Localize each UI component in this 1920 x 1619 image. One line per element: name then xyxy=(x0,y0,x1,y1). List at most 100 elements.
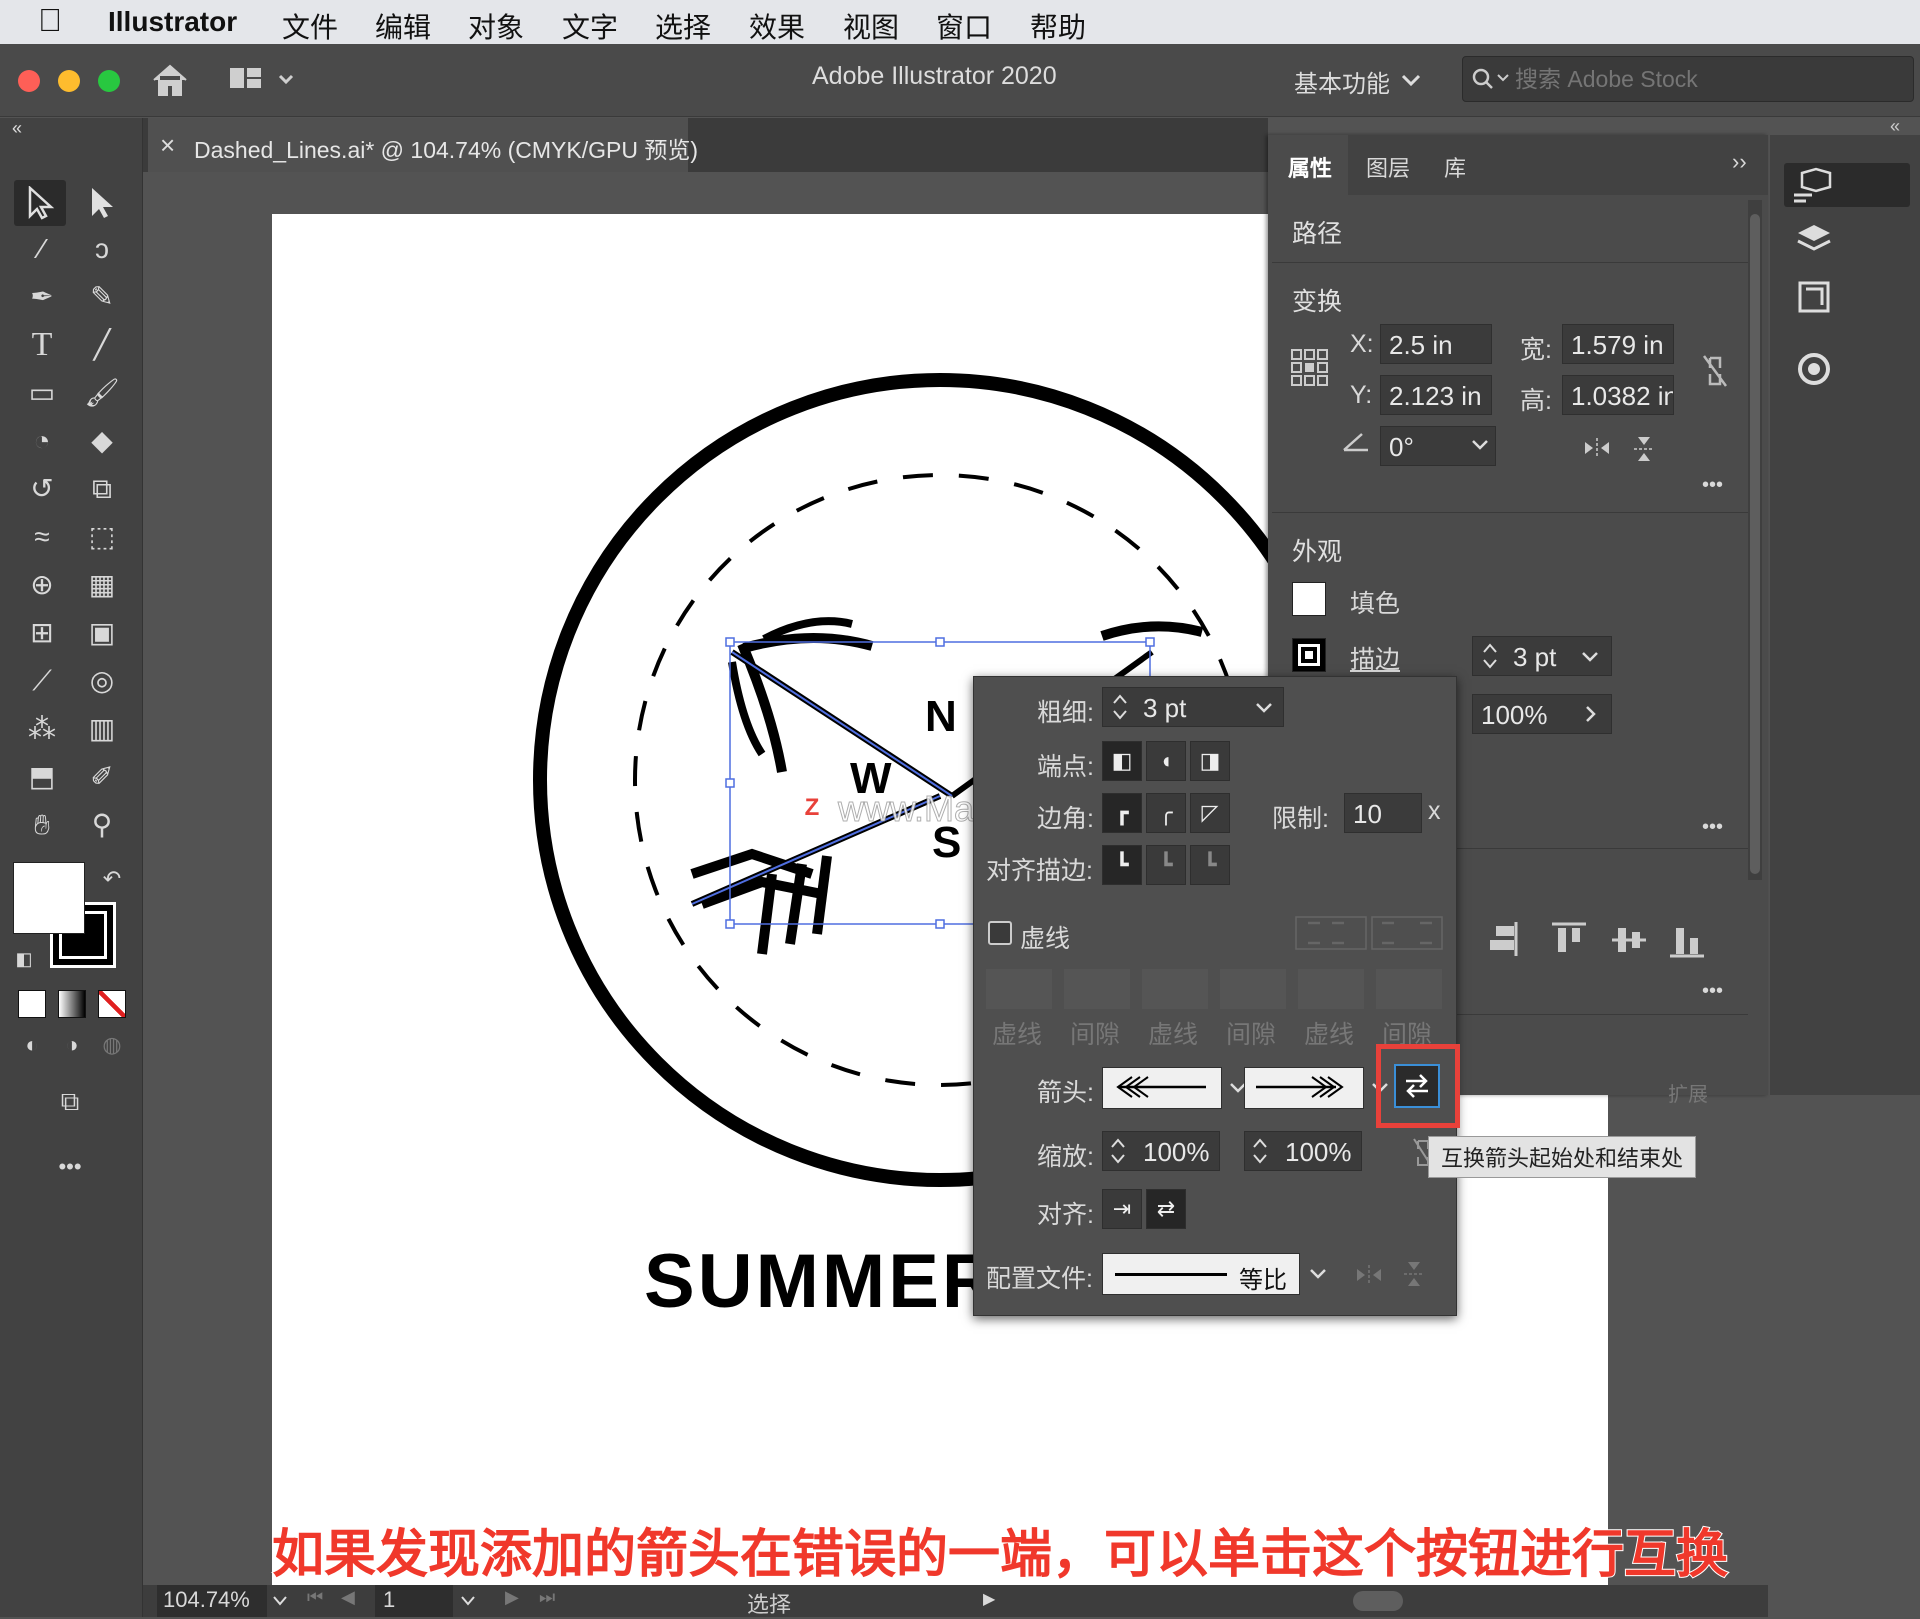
chevron-down-icon[interactable] xyxy=(459,1595,477,1607)
stepper-icon[interactable] xyxy=(1108,1135,1128,1167)
panel-dock-collapse[interactable]: « xyxy=(1890,116,1900,137)
edit-toolbar-icon[interactable]: ••• xyxy=(48,1146,92,1188)
dash-field-1[interactable] xyxy=(986,969,1052,1009)
artboard-tool-icon[interactable]: ⬒ xyxy=(20,756,64,798)
fill-label[interactable]: 填色 xyxy=(1350,584,1400,620)
reference-point-icon[interactable] xyxy=(1290,348,1330,388)
screen-mode-icon[interactable]: ⧉ xyxy=(48,1080,92,1122)
arrange-documents-icon[interactable] xyxy=(228,64,298,94)
swap-fill-stroke-icon[interactable]: ↶ xyxy=(90,858,134,900)
zoom-window-button[interactable] xyxy=(98,70,120,92)
curvature-tool-icon[interactable]: ✎ xyxy=(80,276,124,318)
menu-window[interactable]: 窗口 xyxy=(936,6,992,46)
limit-field[interactable]: 10 xyxy=(1344,793,1422,833)
first-artboard-icon[interactable]: ⏮ xyxy=(307,1587,323,1608)
width-field[interactable]: 1.579 in xyxy=(1562,324,1674,364)
minimize-window-button[interactable] xyxy=(58,70,80,92)
collapse-toolbar-icon[interactable]: « xyxy=(12,118,22,139)
fill-swatch[interactable] xyxy=(1292,582,1326,616)
stock-search-input[interactable] xyxy=(1513,61,1897,97)
panel-menu-icon[interactable]: ›› xyxy=(1732,149,1747,175)
projecting-cap-button[interactable]: ◨ xyxy=(1190,741,1230,781)
horizontal-scroll-thumb[interactable] xyxy=(1353,1591,1403,1611)
stock-search-box[interactable] xyxy=(1462,56,1914,102)
arrow-extend-beyond-button[interactable]: ⇥ xyxy=(1102,1189,1142,1229)
transform-more-options[interactable]: ••• xyxy=(1702,474,1723,497)
free-transform-tool-icon[interactable]: ⬚ xyxy=(80,516,124,558)
arrow-inside-path-button[interactable]: ⇄ xyxy=(1146,1189,1186,1229)
gap-field-1[interactable] xyxy=(1064,969,1130,1009)
chevron-right-icon[interactable] xyxy=(1584,704,1598,724)
type-tool-icon[interactable]: T xyxy=(20,324,64,366)
menu-file[interactable]: 文件 xyxy=(282,6,338,46)
paintbrush-tool-icon[interactable]: 🖌︎ xyxy=(80,372,124,414)
menu-view[interactable]: 视图 xyxy=(843,6,899,46)
align-center-button[interactable]: ┗ xyxy=(1102,845,1142,885)
menu-object[interactable]: 对象 xyxy=(468,6,524,46)
line-tool-icon[interactable]: ╱ xyxy=(80,324,124,366)
miter-join-button[interactable]: ┏ xyxy=(1102,793,1142,833)
chevron-down-icon[interactable] xyxy=(1254,701,1274,715)
direct-selection-tool-icon[interactable] xyxy=(88,186,118,220)
column-graph-tool-icon[interactable]: ▥ xyxy=(80,708,124,750)
gap-field-2[interactable] xyxy=(1220,969,1286,1009)
expand-button[interactable]: 扩展 xyxy=(1668,1078,1708,1107)
chevron-down-icon[interactable] xyxy=(1580,650,1600,664)
stepper-icon[interactable] xyxy=(1480,640,1500,672)
gradient-mode-button[interactable] xyxy=(58,990,86,1018)
perspective-grid-tool-icon[interactable]: ▦ xyxy=(80,564,124,606)
draw-inside-icon[interactable]: ◍ xyxy=(90,1024,134,1066)
symbol-sprayer-tool-icon[interactable]: ⁂ xyxy=(20,708,64,750)
menu-help[interactable]: 帮助 xyxy=(1030,6,1086,46)
next-artboard-icon[interactable]: ▶ xyxy=(505,1587,519,1608)
gradient-tool-icon[interactable]: ▣ xyxy=(80,612,124,654)
panel-scroll-thumb[interactable] xyxy=(1750,214,1760,874)
gap-field-3[interactable] xyxy=(1376,969,1442,1009)
stroke-swatch[interactable] xyxy=(1292,638,1326,672)
y-field[interactable]: 2.123 in xyxy=(1380,375,1492,415)
align-inside-button[interactable]: ┗ xyxy=(1146,845,1186,885)
flip-horizontal-icon[interactable] xyxy=(1582,436,1612,460)
slice-tool-icon[interactable]: ✐ xyxy=(80,756,124,798)
butt-cap-button[interactable]: ◧ xyxy=(1102,741,1142,781)
bevel-join-button[interactable]: ◸ xyxy=(1190,793,1230,833)
tab-layers[interactable]: 图层 xyxy=(1366,151,1410,183)
vertical-scrollbar[interactable] xyxy=(1744,1110,1764,1580)
close-window-button[interactable] xyxy=(18,70,40,92)
mesh-tool-icon[interactable]: ⊞ xyxy=(20,612,64,654)
draw-behind-icon[interactable]: ◑ xyxy=(50,1024,94,1066)
document-tab[interactable]: × Dashed_Lines.ai* @ 104.74% (CMYK/GPU 预… xyxy=(148,118,698,172)
layers-icon[interactable] xyxy=(1796,223,1832,259)
menu-type[interactable]: 文字 xyxy=(562,6,618,46)
align-outside-button[interactable]: ┗ xyxy=(1190,845,1230,885)
round-join-button[interactable]: ╭ xyxy=(1146,793,1186,833)
workspace-switcher[interactable]: 基本功能 xyxy=(1294,64,1390,99)
shape-builder-tool-icon[interactable]: ⊕ xyxy=(20,564,64,606)
menu-edit[interactable]: 编辑 xyxy=(375,6,431,46)
height-field[interactable]: 1.0382 in xyxy=(1562,375,1674,415)
rotate-tool-icon[interactable]: ↺ xyxy=(20,468,64,510)
flip-profile-vertical-icon[interactable] xyxy=(1402,1259,1426,1289)
shaper-tool-icon[interactable]: ◔ xyxy=(20,420,64,462)
profile-select[interactable]: 等比 xyxy=(1102,1253,1300,1295)
close-tab-icon[interactable]: × xyxy=(160,130,175,161)
scale-tool-icon[interactable]: ⧉ xyxy=(80,468,124,510)
lasso-tool-icon[interactable]: ↄ xyxy=(80,228,124,270)
stepper-icon[interactable] xyxy=(1250,1135,1270,1167)
width-tool-icon[interactable]: ≈ xyxy=(20,516,64,558)
menu-effect[interactable]: 效果 xyxy=(749,6,805,46)
stroke-label[interactable]: 描边 xyxy=(1350,640,1400,676)
tab-libraries[interactable]: 库 xyxy=(1444,151,1466,183)
flip-profile-horizontal-icon[interactable] xyxy=(1354,1263,1384,1287)
flip-vertical-icon[interactable] xyxy=(1632,434,1656,464)
round-cap-button[interactable]: ◖ xyxy=(1146,741,1186,781)
recolor-icon[interactable] xyxy=(1794,349,1834,389)
x-field[interactable]: 2.5 in xyxy=(1380,324,1492,364)
align-buttons-row[interactable] xyxy=(1440,920,1720,960)
rectangle-tool-icon[interactable]: ▭ xyxy=(20,372,64,414)
blend-tool-icon[interactable]: ◎ xyxy=(80,660,124,702)
status-menu-icon[interactable]: ▶ xyxy=(983,1589,995,1609)
pen-tool-icon[interactable]: ✒ xyxy=(20,276,64,318)
menu-select[interactable]: 选择 xyxy=(655,6,711,46)
previous-artboard-icon[interactable]: ◀ xyxy=(341,1587,355,1608)
